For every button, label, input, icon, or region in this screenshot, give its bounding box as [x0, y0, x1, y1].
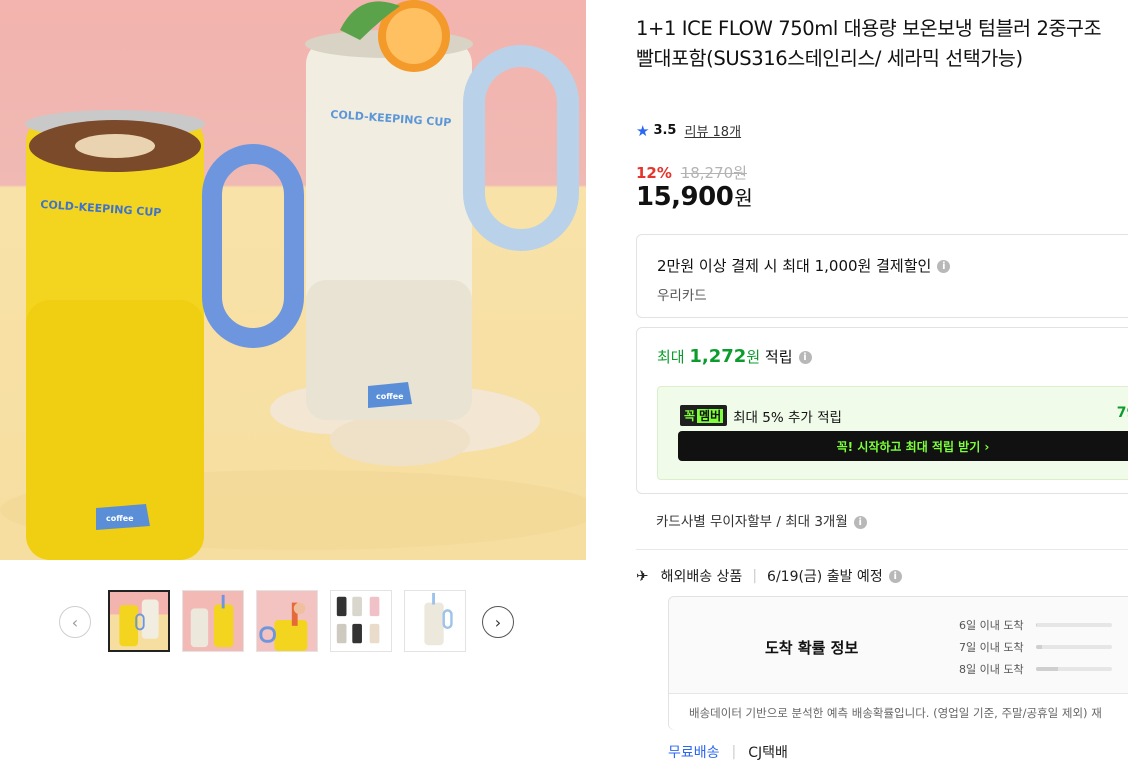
sale-price-number: 15,900 [636, 182, 734, 212]
member-amount: 795 [1116, 405, 1128, 421]
probability-bar [1035, 645, 1112, 649]
thumbnail-strip: ‹ › [0, 588, 586, 654]
info-icon[interactable]: i [937, 260, 951, 273]
points-amount: 1,272 [689, 346, 747, 367]
rating-score: 3.5 [653, 123, 677, 138]
thumbnail-2[interactable] [182, 590, 244, 652]
thumbnail-5[interactable] [404, 590, 466, 652]
prev-thumb-button[interactable]: ‹ [59, 606, 91, 638]
arrival-probability-box: 도착 확률 정보 6일 이내 도착 7일 이내 도착 8일 이내 도착 배송데이… [668, 596, 1128, 730]
installment-info: 카드사별 무이자할부 / 최대 3개월 i [656, 510, 867, 530]
probability-row: 8일 이내 도착 [959, 661, 1112, 677]
card-discount-headline: 2만원 이상 결제 시 최대 1,000원 결제할인 i [657, 255, 951, 276]
shipping-departure: 6/19(금) 출발 예정 [767, 569, 883, 585]
member-badge-1: 꼭 [684, 409, 696, 423]
delivery-row: 무료배송 | CJ택배 [668, 742, 788, 762]
probability-bar [1035, 623, 1112, 627]
product-info: 1+1 ICE FLOW 750ml 대용량 보온보냉 텀블러 2중구조 빨대포… [636, 0, 1128, 777]
card-discount-box: 2만원 이상 결제 시 최대 1,000원 결제할인 i 우리카드 [636, 234, 1128, 318]
divider [636, 549, 1128, 550]
next-thumb-button[interactable]: › [482, 606, 514, 638]
coffee-label-2: coffee [376, 392, 404, 401]
info-icon[interactable]: i [798, 351, 812, 364]
sale-price-unit: 원 [734, 186, 753, 210]
info-icon[interactable]: i [888, 569, 902, 583]
separator: | [731, 744, 737, 760]
member-badge-2: 멤버 [697, 409, 724, 423]
points-unit: 원 [746, 348, 761, 366]
points-prefix: 최대 [657, 348, 690, 366]
points-box: 최대 1,272원 적립 i 꼭멤버 최대 5% 추가 적립 795 꼭! 시작하… [636, 327, 1128, 494]
thumbnail-4[interactable] [330, 590, 392, 652]
probability-fill [1035, 667, 1059, 671]
member-row: 꼭 멤버 최대 5% 추가 적립 [680, 405, 842, 426]
card-discount-text: 2만원 이상 결제 시 최대 1,000원 결제할인 [657, 257, 932, 275]
shipping-row: ✈ 해외배송 상품 | 6/19(금) 출발 예정 i [636, 566, 902, 586]
points-suffix: 적립 [760, 348, 793, 366]
rating-row[interactable]: ★ 3.5 리뷰 18개 [636, 121, 741, 141]
member-badge: 꼭 멤버 [680, 405, 728, 426]
installment-text: 카드사별 무이자할부 / 최대 3개월 [656, 514, 848, 530]
probability-label: 8일 이내 도착 [959, 663, 1024, 676]
shipping-type: 해외배송 상품 [660, 569, 743, 585]
probability-fill [1035, 645, 1042, 649]
original-price: 18,270원 [680, 164, 747, 182]
sale-price: 15,900원 [636, 182, 753, 212]
product-title: 1+1 ICE FLOW 750ml 대용량 보온보냉 텀블러 2중구조 빨대포… [636, 17, 1102, 70]
coffee-label-1: coffee [106, 514, 134, 523]
chevron-right-icon: › [494, 612, 502, 632]
probability-row: 7일 이내 도착 [959, 639, 1112, 655]
price-discount-row: 12% 18,270원 [636, 162, 747, 183]
probability-title: 도착 확률 정보 [765, 639, 859, 657]
member-signup-button[interactable]: 꼭! 시작하고 최대 적립 받기 › [678, 431, 1128, 461]
thumbnail-3[interactable] [256, 590, 318, 652]
star-icon: ★ [636, 121, 650, 140]
review-link[interactable]: 리뷰 18개 [684, 121, 741, 140]
chevron-left-icon: ‹ [71, 612, 79, 632]
info-icon[interactable]: i [853, 515, 867, 529]
airplane-icon: ✈ [636, 567, 649, 585]
probability-fill [1035, 623, 1038, 627]
discount-rate: 12% [636, 164, 672, 182]
points-headline: 최대 1,272원 적립 i [657, 346, 812, 367]
probability-label: 7일 이내 도착 [959, 641, 1024, 654]
courier-label: CJ택배 [748, 745, 788, 761]
probability-note: 배송데이터 기반으로 분석한 예측 배송확률입니다. (영업일 기준, 주말/공… [669, 693, 1128, 730]
separator: | [752, 568, 758, 584]
member-text: 최대 5% 추가 적립 [733, 409, 842, 426]
free-shipping-label: 무료배송 [668, 745, 720, 761]
probability-bar [1035, 667, 1112, 671]
thumbnail-1[interactable] [108, 590, 170, 652]
probability-row: 6일 이내 도착 [959, 617, 1112, 633]
probability-label: 6일 이내 도착 [959, 619, 1024, 632]
product-main-image[interactable]: COLD-KEEPING CUP COLD-KEEPING CUP coffee… [0, 0, 586, 560]
card-name: 우리카드 [657, 288, 707, 304]
member-benefit-panel: 꼭멤버 최대 5% 추가 적립 795 꼭! 시작하고 최대 적립 받기 › [657, 386, 1128, 480]
